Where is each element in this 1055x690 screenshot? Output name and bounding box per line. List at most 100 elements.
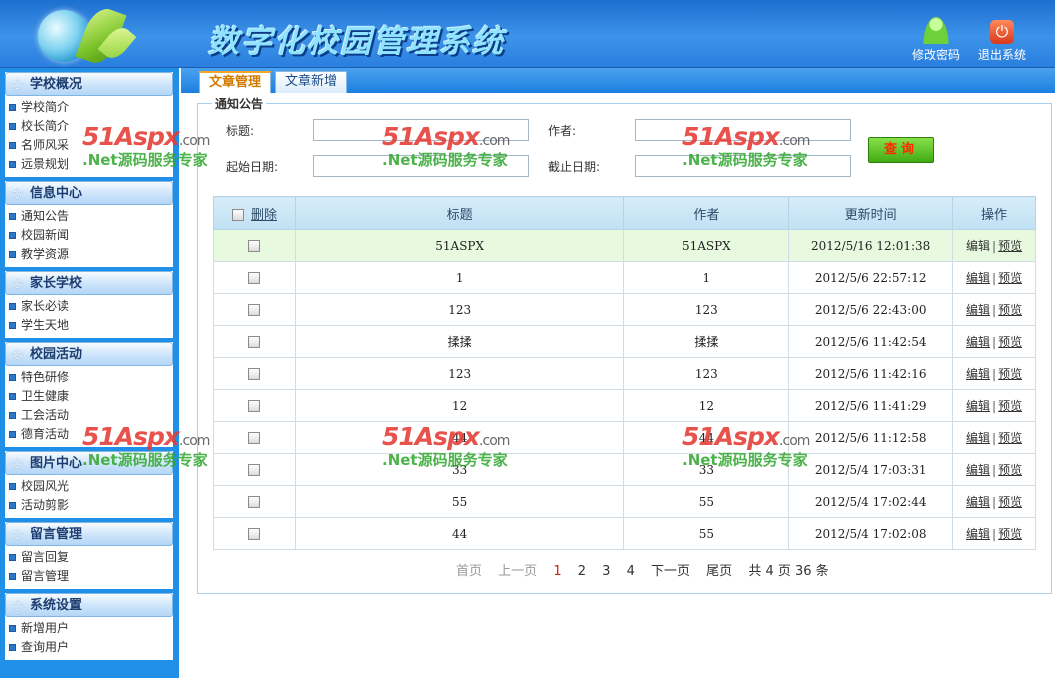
edit-link[interactable]: 编辑	[966, 431, 990, 445]
sidebar-group: ✩ 校园活动特色研修卫生健康工会活动 德育活动	[5, 342, 173, 447]
sidebar-item[interactable]: 远景规划	[5, 155, 173, 174]
sidebar-item[interactable]: 活动剪影	[5, 496, 173, 515]
sidebar-item[interactable]: 校园风光	[5, 477, 173, 496]
edit-link[interactable]: 编辑	[966, 367, 990, 381]
row-ops: 编辑 | 预览	[952, 421, 1036, 454]
edit-link[interactable]: 编辑	[966, 463, 990, 477]
table-row: 揉揉 揉揉 2012/5/6 11:42:54 编辑 | 预览	[213, 325, 1036, 358]
edit-link[interactable]: 编辑	[966, 271, 990, 285]
sidebar-item[interactable]: 校园新闻	[5, 226, 173, 245]
page-link-3[interactable]: 3	[602, 564, 610, 579]
sidebar-item[interactable]: 通知公告	[5, 207, 173, 226]
start-date-input[interactable]	[313, 155, 529, 177]
prev-page-link[interactable]: 上一页	[498, 564, 537, 579]
table-row: 55 55 2012/5/4 17:02:44 编辑 | 预览	[213, 485, 1036, 518]
sidebar-group-header[interactable]: ✩ 学校概况	[5, 72, 173, 96]
sidebar-item[interactable]: 查询用户	[5, 638, 173, 657]
delete-link[interactable]: 删除	[251, 208, 277, 223]
table-row: 123 123 2012/5/6 22:43:00 编辑 | 预览	[213, 293, 1036, 326]
first-page-link[interactable]: 首页	[456, 564, 482, 579]
sidebar-item[interactable]: 德育活动	[5, 425, 173, 444]
sidebar-group-header[interactable]: ✩ 留言管理	[5, 522, 173, 546]
sidebar-group-header[interactable]: ✩ 家长学校	[5, 271, 173, 295]
bullet-icon	[9, 123, 16, 130]
row-author: 123	[623, 357, 790, 390]
preview-link[interactable]: 预览	[998, 431, 1022, 445]
row-checkbox[interactable]	[248, 272, 261, 284]
query-button[interactable]: 查询	[868, 137, 934, 163]
row-checkbox[interactable]	[248, 432, 261, 444]
edit-link[interactable]: 编辑	[966, 399, 990, 413]
sidebar-group-header[interactable]: ✩ 系统设置	[5, 593, 173, 617]
row-checkbox[interactable]	[248, 400, 261, 412]
bullet-icon	[9, 502, 16, 509]
preview-link[interactable]: 预览	[998, 239, 1022, 253]
sidebar-item[interactable]: 名师风采	[5, 136, 173, 155]
user-icon	[923, 16, 949, 44]
sidebar-item[interactable]: 留言管理	[5, 567, 173, 586]
sidebar-item[interactable]: 工会活动	[5, 406, 173, 425]
sidebar-group-header[interactable]: ✩ 校园活动	[5, 342, 173, 366]
edit-link[interactable]: 编辑	[966, 527, 990, 541]
preview-link[interactable]: 预览	[998, 335, 1022, 349]
row-checkbox[interactable]	[248, 240, 261, 252]
title-input[interactable]	[313, 119, 529, 141]
sidebar-item[interactable]: 特色研修	[5, 368, 173, 387]
sidebar-item[interactable]: 卫生健康	[5, 387, 173, 406]
preview-link[interactable]: 预览	[998, 463, 1022, 477]
edit-link[interactable]: 编辑	[966, 495, 990, 509]
last-page-link[interactable]: 尾页	[706, 564, 732, 579]
preview-link[interactable]: 预览	[998, 527, 1022, 541]
sidebar-group-header[interactable]: ✩ 图片中心	[5, 451, 173, 475]
row-checkbox[interactable]	[248, 464, 261, 476]
bullet-icon	[9, 644, 16, 651]
edit-link[interactable]: 编辑	[966, 239, 990, 253]
logout-button[interactable]: 退出系统	[978, 16, 1026, 63]
sidebar-item[interactable]: 校长简介	[5, 117, 173, 136]
preview-link[interactable]: 预览	[998, 303, 1022, 317]
page-summary: 共 4 页 36 条	[748, 564, 829, 579]
change-password-button[interactable]: 修改密码	[912, 16, 960, 63]
sidebar-item-label: 校园新闻	[21, 228, 70, 242]
end-date-input[interactable]	[635, 155, 851, 177]
preview-link[interactable]: 预览	[998, 271, 1022, 285]
sidebar-group-header[interactable]: ✩ 信息中心	[5, 181, 173, 205]
sidebar-item-label: 教学资源	[21, 247, 70, 261]
edit-link[interactable]: 编辑	[966, 335, 990, 349]
bullet-icon	[9, 322, 16, 329]
preview-link[interactable]: 预览	[998, 367, 1022, 381]
row-checkbox[interactable]	[248, 368, 261, 380]
row-title: 55	[294, 485, 625, 518]
page-link-2[interactable]: 2	[578, 564, 586, 579]
select-all-checkbox[interactable]	[231, 209, 244, 221]
end-date-label: 截止日期:	[548, 160, 601, 174]
title-label: 标题:	[226, 124, 255, 138]
sidebar-item[interactable]: 家长必读	[5, 297, 173, 316]
star-icon: ✩	[11, 526, 24, 544]
bullet-icon	[9, 213, 16, 220]
row-checkbox[interactable]	[248, 496, 261, 508]
tab-bar: 文章管理 文章新增	[181, 68, 1055, 93]
sidebar-group: ✩ 学校概况学校简介 校长简介 名师风采 远景规划	[5, 72, 173, 177]
sidebar-item[interactable]: 学校简介	[5, 98, 173, 117]
row-checkbox[interactable]	[248, 336, 261, 348]
row-checkbox[interactable]	[248, 528, 261, 540]
author-input[interactable]	[635, 119, 851, 141]
row-ops: 编辑 | 预览	[952, 357, 1036, 390]
sidebar-item[interactable]: 新增用户	[5, 619, 173, 638]
sidebar-item[interactable]: 留言回复	[5, 548, 173, 567]
row-checkbox[interactable]	[248, 304, 261, 316]
page-link-4[interactable]: 4	[627, 564, 635, 579]
tab-article-manage[interactable]: 文章管理	[199, 71, 272, 93]
next-page-link[interactable]: 下一页	[651, 564, 690, 579]
tab-article-add[interactable]: 文章新增	[275, 71, 348, 93]
sidebar-item-label: 留言管理	[21, 569, 70, 583]
sidebar-item[interactable]: 学生天地	[5, 316, 173, 335]
preview-link[interactable]: 预览	[998, 399, 1022, 413]
preview-link[interactable]: 预览	[998, 495, 1022, 509]
edit-link[interactable]: 编辑	[966, 303, 990, 317]
sidebar-item[interactable]: 教学资源	[5, 245, 173, 264]
page-link-1[interactable]: 1	[553, 564, 561, 579]
star-icon: ✩	[11, 275, 24, 293]
sidebar-item-label: 卫生健康	[21, 389, 70, 403]
